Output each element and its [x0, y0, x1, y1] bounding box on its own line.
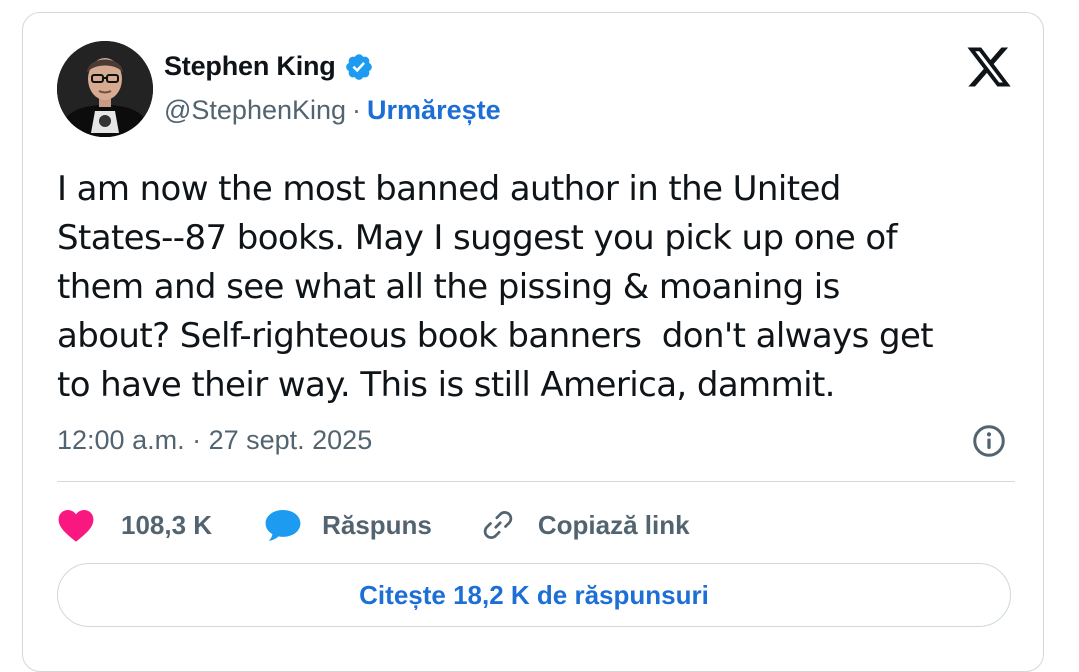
tweet-card: Stephen King @StephenKing · Urmărește I …	[22, 12, 1044, 672]
copy-link-label: Copiază link	[537, 509, 690, 540]
author-avatar[interactable]	[57, 41, 153, 137]
author-name-row: Stephen King	[164, 51, 374, 82]
speech-bubble-icon	[264, 507, 322, 543]
divider	[57, 481, 1015, 482]
info-icon[interactable]	[971, 423, 1007, 459]
like-count: 108,3 K	[121, 509, 213, 540]
author-handle[interactable]: @StephenKing	[164, 95, 346, 126]
handle-separator: ·	[352, 95, 362, 125]
author-display-name[interactable]: Stephen King	[164, 51, 336, 82]
like-button[interactable]: 108,3 K	[57, 507, 212, 543]
heart-icon	[57, 507, 121, 543]
read-replies-button[interactable]: Citește 18,2 K de răspunsuri	[57, 563, 1011, 627]
tweet-text: I am now the most banned author in the U…	[57, 169, 934, 405]
verified-badge-icon	[344, 52, 374, 82]
reply-label: Răspuns	[322, 509, 432, 540]
copy-link-button[interactable]: Copiază link	[480, 507, 690, 543]
follow-button[interactable]: Urmărește	[367, 95, 501, 126]
author-handle-row: @StephenKing · Urmărește	[164, 95, 501, 126]
tweet-timestamp[interactable]: 12:00 a.m. · 27 sept. 2025	[57, 425, 372, 456]
author-photo	[57, 41, 153, 137]
link-icon	[480, 507, 538, 543]
action-bar: 108,3 K Răspuns Copiază link	[57, 503, 690, 547]
reply-button[interactable]: Răspuns	[264, 507, 432, 543]
x-logo-icon[interactable]	[965, 43, 1013, 91]
